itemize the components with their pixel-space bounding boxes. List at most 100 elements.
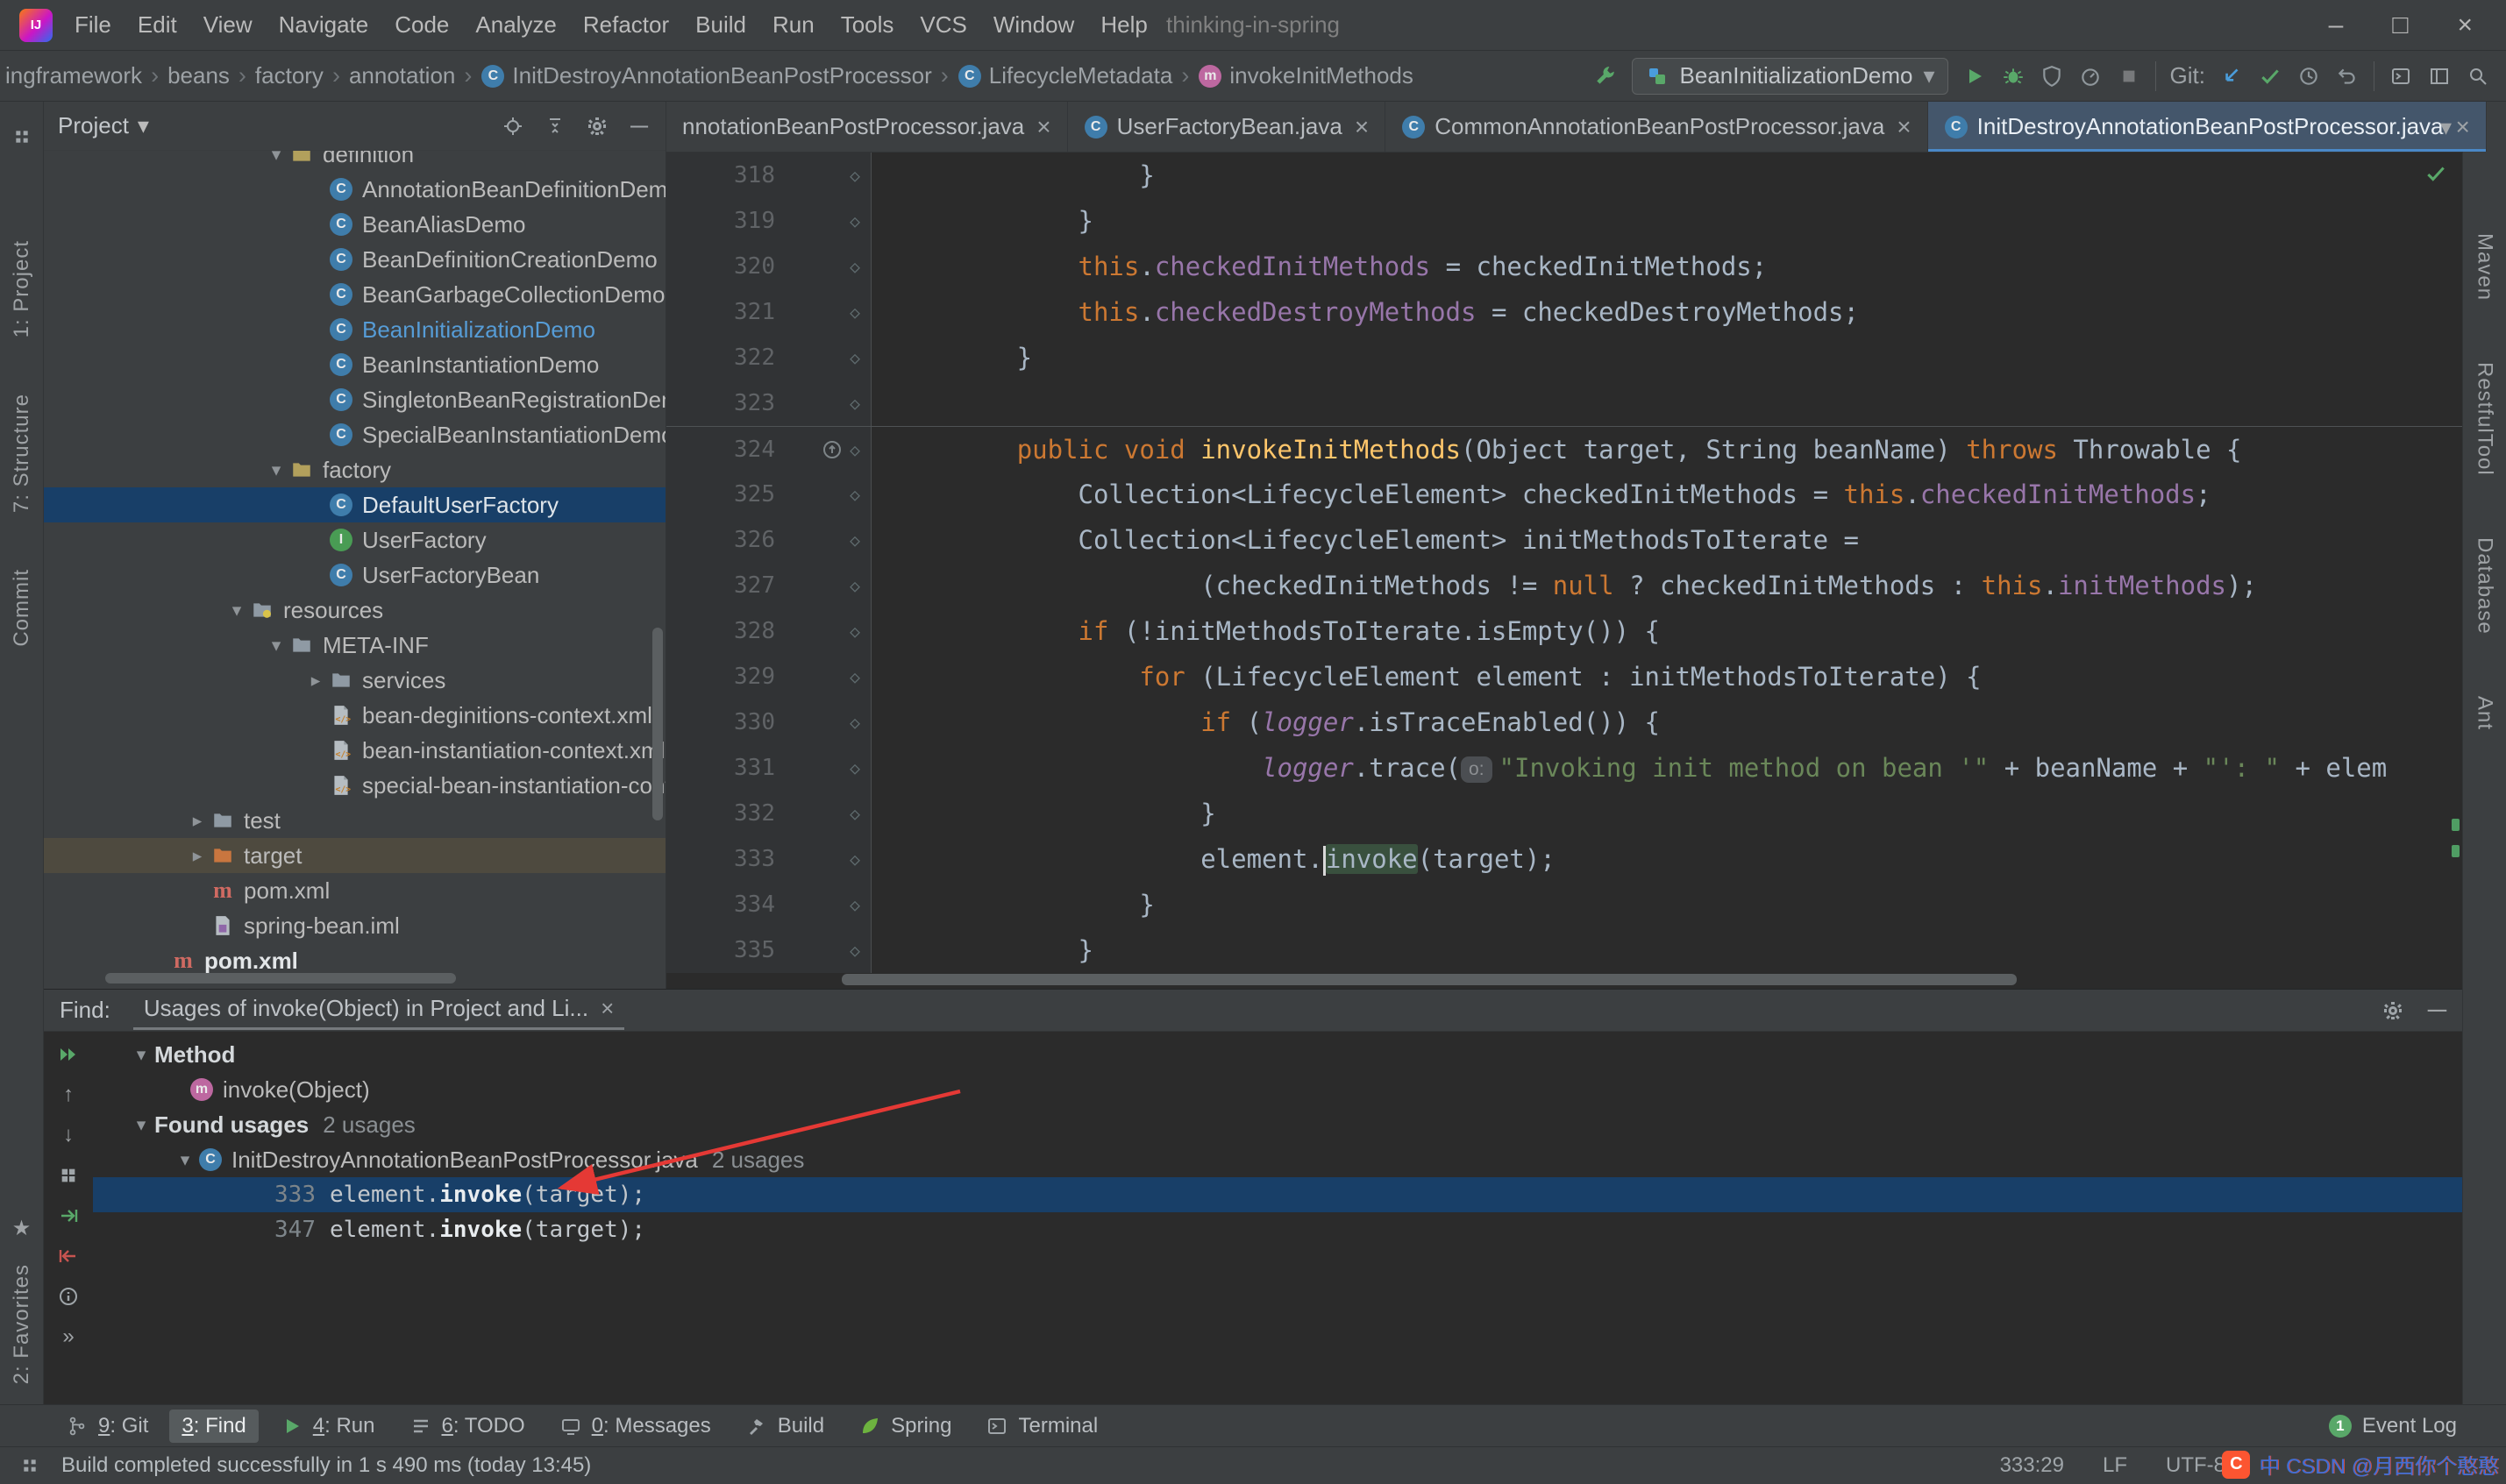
menu-build[interactable]: Build [682,6,759,44]
tab-nnotationbeanpostprocessor-java[interactable]: nnotationBeanPostProcessor.java × [666,102,1068,152]
chevron-right-icon[interactable]: ▸ [303,670,329,692]
close-icon[interactable]: × [2456,113,2470,141]
navgreen-icon[interactable] [56,1204,81,1228]
tool-windows-icon[interactable] [10,124,34,149]
caret-position[interactable]: 333:29 [2000,1453,2064,1478]
menu-run[interactable]: Run [759,6,828,44]
tree-item-userfactorybean[interactable]: C UserFactoryBean [44,557,666,593]
info-icon[interactable] [56,1284,81,1309]
tool-stripe-commit[interactable]: Commit [10,569,34,647]
menu-edit[interactable]: Edit [125,6,190,44]
project-vertical-scrollbar[interactable] [652,628,663,820]
menu-analyze[interactable]: Analyze [462,6,570,44]
close-icon[interactable]: × [1036,113,1050,141]
search-everywhere-icon[interactable] [2466,64,2490,89]
wrench-icon[interactable] [1593,64,1618,89]
encoding-indicator[interactable]: UTF-8 [2166,1453,2225,1478]
find-row[interactable]: ▾ Found usages 2 usages [93,1107,2462,1142]
tree-item-specialbeaninstantiationdemo[interactable]: C SpecialBeanInstantiationDemo [44,417,666,452]
run-configuration-select[interactable]: BeanInitializationDemo ▾ [1631,57,1948,95]
tree-item-beaninitializationdemo[interactable]: C BeanInitializationDemo [44,312,666,347]
find-row[interactable]: m invoke(Object) [93,1072,2462,1107]
find-row[interactable]: ▾ Method [93,1037,2462,1072]
chevron-down-icon[interactable]: ▾ [128,1114,154,1136]
breadcrumb-item-initdestroyannotationbeanpostprocessor[interactable]: C InitDestroyAnnotationBeanPostProcessor [477,60,935,91]
collapse-icon[interactable] [543,114,567,138]
tool-button-6-todo[interactable]: 6: TODO [396,1409,538,1443]
tab-initdestroyannotationbeanpostprocessor-java[interactable]: C InitDestroyAnnotationBeanPostProcessor.… [1927,102,2487,152]
chevron-down-icon[interactable]: ▾ [224,600,250,621]
gear-icon[interactable] [585,114,609,138]
line-number[interactable]: 321 [666,289,798,335]
console-icon[interactable] [2389,64,2413,89]
git-rollback-button[interactable] [2335,64,2360,89]
find-results-tab[interactable]: Usages of invoke(Object) in Project and … [132,991,625,1030]
project-horizontal-scrollbar[interactable] [105,973,456,983]
group4-icon[interactable] [56,1163,81,1188]
line-number[interactable]: 328 [666,608,798,654]
code-text[interactable]: } [872,198,2462,244]
code-text[interactable]: this.checkedDestroyMethods = checkedDest… [872,289,2462,335]
chevron-down-icon[interactable]: ▾ [172,1149,198,1171]
line-number[interactable]: 332 [666,791,798,836]
tree-item-test[interactable]: ▸ test [44,803,666,838]
tree-item-resources[interactable]: ▾ resources [44,593,666,628]
tool-stripe-database[interactable]: Database [2473,537,2497,635]
breadcrumb-item-annotation[interactable]: annotation [345,60,459,91]
line-number[interactable]: 324 [666,427,798,472]
line-number[interactable]: 319 [666,198,798,244]
breadcrumb-item-invokeinitmethods[interactable]: m invokeInitMethods [1194,60,1417,91]
coverage-button[interactable] [2040,64,2064,89]
stop-button[interactable] [2117,64,2141,89]
gear-icon[interactable] [2381,998,2405,1023]
down-icon[interactable]: ↓ [56,1123,81,1147]
line-number[interactable]: 318 [666,153,798,198]
more-icon[interactable]: » [56,1324,81,1349]
usage-row[interactable]: 333 element.invoke(target); [93,1177,2462,1212]
code-text[interactable]: Collection<LifecycleElement> initMethods… [872,517,2462,563]
close-icon[interactable]: × [1897,113,1911,141]
tree-item-beangarbagecollectiondemo[interactable]: C BeanGarbageCollectionDemo [44,277,666,312]
tool-button-4-run[interactable]: 4: Run [267,1409,388,1443]
line-number[interactable]: 323 [666,380,798,426]
tree-item-pom-xml[interactable]: m pom.xml [44,873,666,908]
menu-window[interactable]: Window [980,6,1087,44]
git-update-button[interactable] [2219,64,2244,89]
event-log-button[interactable]: 1 Event Log [2328,1414,2457,1438]
profiler-button[interactable] [2078,64,2103,89]
background-tasks-icon[interactable] [18,1453,42,1478]
git-commit-button[interactable] [2258,64,2282,89]
tool-stripe-ant[interactable]: Ant [2473,696,2497,730]
code-text[interactable]: if (logger.isTraceEnabled()) { [872,699,2462,745]
code-text[interactable]: public void invokeInitMethods(Object tar… [872,427,2462,472]
line-number[interactable]: 325 [666,472,798,517]
code-text[interactable]: Collection<LifecycleElement> checkedInit… [872,472,2462,517]
chevron-right-icon[interactable]: ▸ [184,810,210,832]
maximize-button[interactable]: □ [2392,11,2408,40]
line-number[interactable]: 335 [666,927,798,973]
tool-stripe-restfultool[interactable]: RestfulTool [2473,362,2497,476]
rerun-icon[interactable] [56,1042,81,1067]
tab-userfactorybean-java[interactable]: C UserFactoryBean.java × [1068,102,1386,152]
close-icon[interactable]: × [601,995,614,1022]
menu-file[interactable]: File [61,6,125,44]
tree-item-meta-inf[interactable]: ▾ META-INF [44,628,666,663]
tree-item-annotationbeandefinitiondemo[interactable]: C AnnotationBeanDefinitionDemo [44,172,666,207]
locate-icon[interactable] [501,114,525,138]
code-text[interactable]: } [872,335,2462,380]
close-button[interactable]: × [2457,11,2473,40]
favorites-star-icon[interactable]: ★ [12,1216,32,1241]
chevron-down-icon[interactable]: ▾ [128,1044,154,1066]
tree-item-singletonbeanregistrationdemo[interactable]: C SingletonBeanRegistrationDemo [44,382,666,417]
code-text[interactable]: } [872,927,2462,973]
tree-item-defaultuserfactory[interactable]: C DefaultUserFactory [44,487,666,522]
tree-item-services[interactable]: ▸ services [44,663,666,698]
menu-tools[interactable]: Tools [828,6,908,44]
debug-button[interactable] [2001,64,2025,89]
chevron-down-icon[interactable]: ▾ [263,635,289,657]
tree-item-beanaliasdemo[interactable]: C BeanAliasDemo [44,207,666,242]
tool-button-terminal[interactable]: Terminal [972,1409,1110,1443]
menu-help[interactable]: Help [1087,6,1160,44]
hide-icon[interactable]: ─ [627,112,651,139]
code-text[interactable]: element. invoke(target); [872,836,2462,882]
